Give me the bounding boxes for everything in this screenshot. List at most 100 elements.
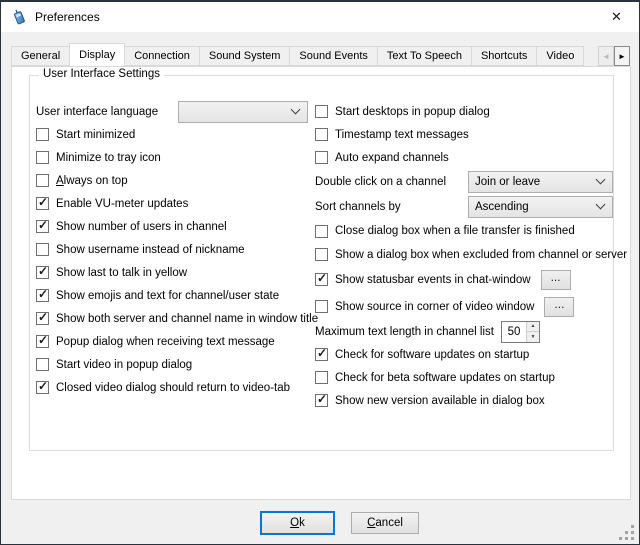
spin-up-button[interactable]: ▲ — [527, 322, 539, 333]
row-show-user-count[interactable]: Show number of users in channel — [36, 215, 308, 238]
checkbox-video-popup[interactable] — [36, 358, 49, 371]
sort-channels-value: Ascending — [475, 201, 529, 213]
max-text-length-spinbox[interactable]: 50 ▲ ▼ — [501, 321, 540, 343]
checkbox-show-user-count[interactable] — [36, 220, 49, 233]
row-desktops-popup[interactable]: Start desktops in popup dialog — [315, 100, 615, 123]
ok-button-label: Ok — [290, 517, 305, 529]
checkbox-label: Closed video dialog should return to vid… — [56, 382, 290, 394]
checkbox-label: Show emojis and text for channel/user st… — [56, 290, 279, 302]
checkbox-minimize-to-tray[interactable] — [36, 151, 49, 164]
checkbox-label: Start video in popup dialog — [56, 359, 192, 371]
checkbox-last-to-talk[interactable] — [36, 266, 49, 279]
statusbar-events-options-button[interactable]: ... — [541, 270, 571, 290]
teamtalk-app-icon — [11, 9, 27, 25]
close-icon: ✕ — [611, 9, 622, 25]
video-source-options-button[interactable]: ... — [544, 297, 574, 317]
spin-down-button[interactable]: ▼ — [527, 332, 539, 342]
checkbox-new-version-dialog[interactable] — [315, 394, 328, 407]
arrow-down-icon: ▼ — [530, 334, 535, 340]
checkbox-label: Show a dialog box when excluded from cha… — [335, 249, 627, 261]
checkbox-statusbar-events[interactable] — [315, 273, 328, 286]
chevron-down-icon — [291, 105, 301, 115]
language-label: User interface language — [36, 106, 178, 118]
chevron-down-icon — [596, 200, 606, 210]
double-click-combobox[interactable]: Join or leave — [468, 171, 613, 193]
row-statusbar-events[interactable]: Show statusbar events in chat-window ... — [315, 266, 615, 293]
row-popup-text-message[interactable]: Popup dialog when receiving text message — [36, 330, 308, 353]
language-combobox[interactable] — [178, 101, 308, 123]
checkbox-desktops-popup[interactable] — [315, 105, 328, 118]
row-timestamp-messages[interactable]: Timestamp text messages — [315, 123, 615, 146]
checkbox-label: Check for beta software updates on start… — [335, 372, 555, 384]
checkbox-vu-meter-updates[interactable] — [36, 197, 49, 210]
checkbox-label: Start minimized — [56, 129, 135, 141]
checkbox-excluded-dialog[interactable] — [315, 248, 328, 261]
row-close-on-transfer[interactable]: Close dialog box when a file transfer is… — [315, 219, 615, 243]
checkbox-video-source-corner[interactable] — [315, 300, 328, 313]
row-show-emojis[interactable]: Show emojis and text for channel/user st… — [36, 284, 308, 307]
row-always-on-top[interactable]: Always on top — [36, 169, 308, 192]
tab-sound-system[interactable]: Sound System — [199, 46, 291, 66]
row-new-version-dialog[interactable]: Show new version available in dialog box — [315, 389, 615, 412]
tab-connection[interactable]: Connection — [124, 46, 200, 66]
tab-text-to-speech[interactable]: Text To Speech — [377, 46, 472, 66]
max-text-length-label: Maximum text length in channel list — [315, 326, 494, 338]
checkbox-always-on-top[interactable] — [36, 174, 49, 187]
row-video-source-corner[interactable]: Show source in corner of video window ..… — [315, 293, 615, 320]
arrow-right-icon: ► — [618, 52, 626, 61]
arrow-up-icon: ▲ — [530, 323, 535, 329]
checkbox-label: Timestamp text messages — [335, 129, 469, 141]
row-minimize-to-tray[interactable]: Minimize to tray icon — [36, 146, 308, 169]
row-last-to-talk[interactable]: Show last to talk in yellow — [36, 261, 308, 284]
row-video-popup[interactable]: Start video in popup dialog — [36, 353, 308, 376]
checkbox-server-channel-title[interactable] — [36, 312, 49, 325]
max-text-length-row: Maximum text length in channel list 50 ▲… — [315, 320, 615, 343]
tab-scroll-right-button[interactable]: ► — [614, 46, 630, 66]
user-interface-settings-group: User Interface Settings User interface l… — [29, 75, 614, 451]
checkbox-popup-text-message[interactable] — [36, 335, 49, 348]
checkbox-show-emojis[interactable] — [36, 289, 49, 302]
tab-shortcuts[interactable]: Shortcuts — [471, 46, 537, 66]
spinbox-value[interactable]: 50 — [502, 322, 526, 342]
row-server-channel-title[interactable]: Show both server and channel name in win… — [36, 307, 308, 330]
checkbox-auto-expand[interactable] — [315, 151, 328, 164]
tab-sound-events[interactable]: Sound Events — [289, 46, 378, 66]
resize-grip[interactable] — [619, 525, 635, 541]
row-show-username[interactable]: Show username instead of nickname — [36, 238, 308, 261]
checkbox-label: Show source in corner of video window — [335, 301, 534, 313]
row-video-return-tab[interactable]: Closed video dialog should return to vid… — [36, 376, 308, 399]
close-button[interactable]: ✕ — [594, 2, 639, 32]
checkbox-label: Popup dialog when receiving text message — [56, 336, 275, 348]
checkbox-label: Always on top — [56, 175, 128, 187]
sort-channels-combobox[interactable]: Ascending — [468, 196, 613, 218]
sort-channels-row: Sort channels by Ascending — [315, 194, 615, 219]
ok-button[interactable]: Ok — [260, 511, 335, 535]
checkbox-start-minimized[interactable] — [36, 128, 49, 141]
cancel-button[interactable]: Cancel — [351, 512, 419, 534]
checkbox-label: Start desktops in popup dialog — [335, 106, 490, 118]
checkbox-video-return-tab[interactable] — [36, 381, 49, 394]
row-vu-meter-updates[interactable]: Enable VU-meter updates — [36, 192, 308, 215]
tab-scroll-left-button[interactable]: ◄ — [598, 46, 614, 66]
window-title: Preferences — [35, 10, 100, 24]
row-auto-expand[interactable]: Auto expand channels — [315, 146, 615, 169]
double-click-row: Double click on a channel Join or leave — [315, 169, 615, 194]
row-check-beta-updates[interactable]: Check for beta software updates on start… — [315, 366, 615, 389]
double-click-value: Join or leave — [475, 176, 540, 188]
tab-general[interactable]: General — [11, 46, 70, 66]
tab-video[interactable]: Video — [536, 46, 584, 66]
checkbox-close-on-transfer[interactable] — [315, 225, 328, 238]
tab-display[interactable]: Display — [69, 43, 125, 66]
checkbox-label: Close dialog box when a file transfer is… — [335, 225, 575, 237]
row-check-updates[interactable]: Check for software updates on startup — [315, 343, 615, 366]
checkbox-check-updates[interactable] — [315, 348, 328, 361]
cancel-button-label: Cancel — [367, 517, 403, 529]
row-start-minimized[interactable]: Start minimized — [36, 123, 308, 146]
checkbox-timestamp-messages[interactable] — [315, 128, 328, 141]
checkbox-label: Show both server and channel name in win… — [56, 313, 318, 325]
checkbox-check-beta-updates[interactable] — [315, 371, 328, 384]
checkbox-label: Auto expand channels — [335, 152, 449, 164]
checkbox-show-username[interactable] — [36, 243, 49, 256]
row-excluded-dialog[interactable]: Show a dialog box when excluded from cha… — [315, 243, 615, 266]
language-row: User interface language — [36, 100, 308, 123]
